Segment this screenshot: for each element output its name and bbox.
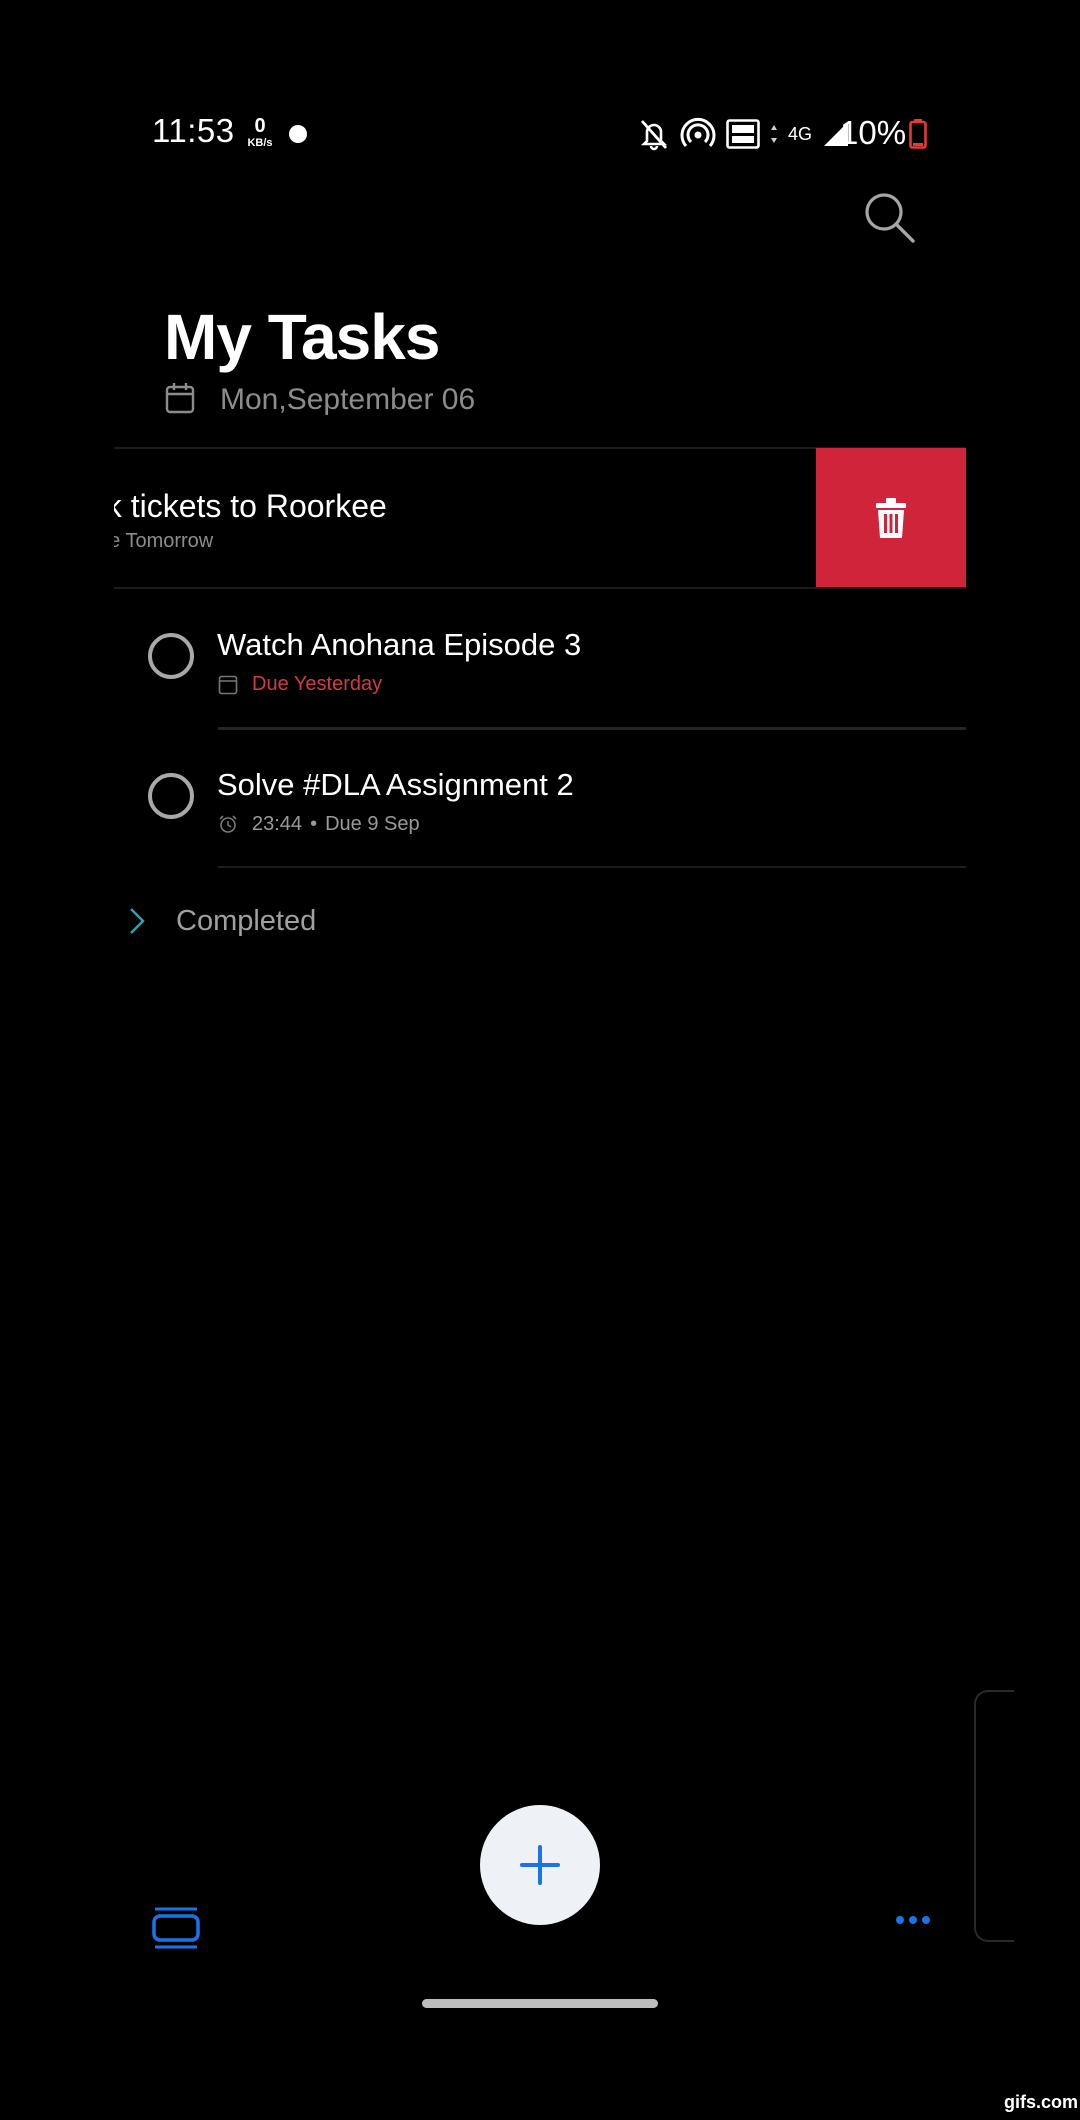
meta-separator: • (310, 812, 318, 835)
task-due: Due 9 Sep (325, 812, 420, 835)
task-meta: Due Yesterday (218, 671, 382, 697)
more-dots-icon (909, 1916, 917, 1924)
lists-icon (152, 1907, 200, 1949)
battery-low-icon (909, 119, 927, 149)
search-icon (865, 193, 915, 243)
delete-task-button[interactable] (816, 448, 966, 588)
trash-icon (876, 498, 906, 538)
task-title: Watch Anohana Episode 3 (217, 627, 582, 662)
hotspot-icon (680, 117, 716, 147)
completed-label: Completed (176, 904, 317, 937)
complete-task-checkbox[interactable] (148, 633, 194, 679)
task-reminder-time: 23:44 (252, 812, 303, 835)
status-icons: 4G (638, 114, 850, 154)
task-row[interactable]: Solve #DLA Assignment 2 23:44 • Due 9 Se… (114, 729, 966, 869)
home-indicator[interactable] (422, 1999, 658, 2008)
calendar-icon (218, 675, 238, 695)
lists-button[interactable] (152, 1906, 200, 1955)
more-dots-icon (896, 1916, 904, 1924)
more-dots-icon (922, 1916, 930, 1924)
completed-section-toggle[interactable]: Completed (128, 896, 316, 946)
my-tasks-screen: 11:53 0 KB/s 4G 10% My Tasks Mon,Septemb… (0, 0, 1080, 2120)
volte-icon (726, 119, 760, 149)
task-row-swiped[interactable]: ok tickets to Roorkee ue Tomorrow (114, 448, 816, 588)
bell-muted-icon (640, 120, 668, 151)
chevron-right-icon (130, 908, 145, 934)
divider (218, 866, 966, 868)
notification-dot-icon (289, 125, 307, 143)
battery-percent: 10% (840, 114, 907, 151)
add-task-button[interactable] (480, 1805, 600, 1925)
task-due: ue Tomorrow (114, 530, 214, 552)
network-speed: 0 KB/s (245, 116, 275, 149)
task-meta: 23:44 • Due 9 Sep (218, 811, 420, 837)
calendar-icon (165, 383, 195, 414)
page-date: Mon,September 06 (220, 383, 476, 416)
page-title: My Tasks (164, 301, 440, 373)
network-speed-value: 0 (254, 115, 266, 137)
search-button[interactable] (862, 190, 918, 246)
task-due: Due Yesterday (252, 672, 383, 695)
status-time: 11:53 (152, 112, 235, 149)
task-row[interactable]: Watch Anohana Episode 3 Due Yesterday (114, 589, 966, 729)
task-title: ok tickets to Roorkee (114, 488, 387, 524)
network-type: 4G (788, 123, 813, 144)
plus-icon (520, 1845, 560, 1885)
watermark: gifs.com (1004, 2092, 1079, 2112)
edge-panel-handle[interactable] (974, 1690, 1014, 1942)
complete-task-checkbox[interactable] (148, 773, 194, 819)
task-title: Solve #DLA Assignment 2 (217, 767, 574, 802)
data-arrows-icon (771, 125, 777, 143)
network-speed-unit: KB/s (247, 137, 273, 149)
more-options-button[interactable] (896, 1916, 930, 1924)
alarm-icon (219, 815, 237, 833)
